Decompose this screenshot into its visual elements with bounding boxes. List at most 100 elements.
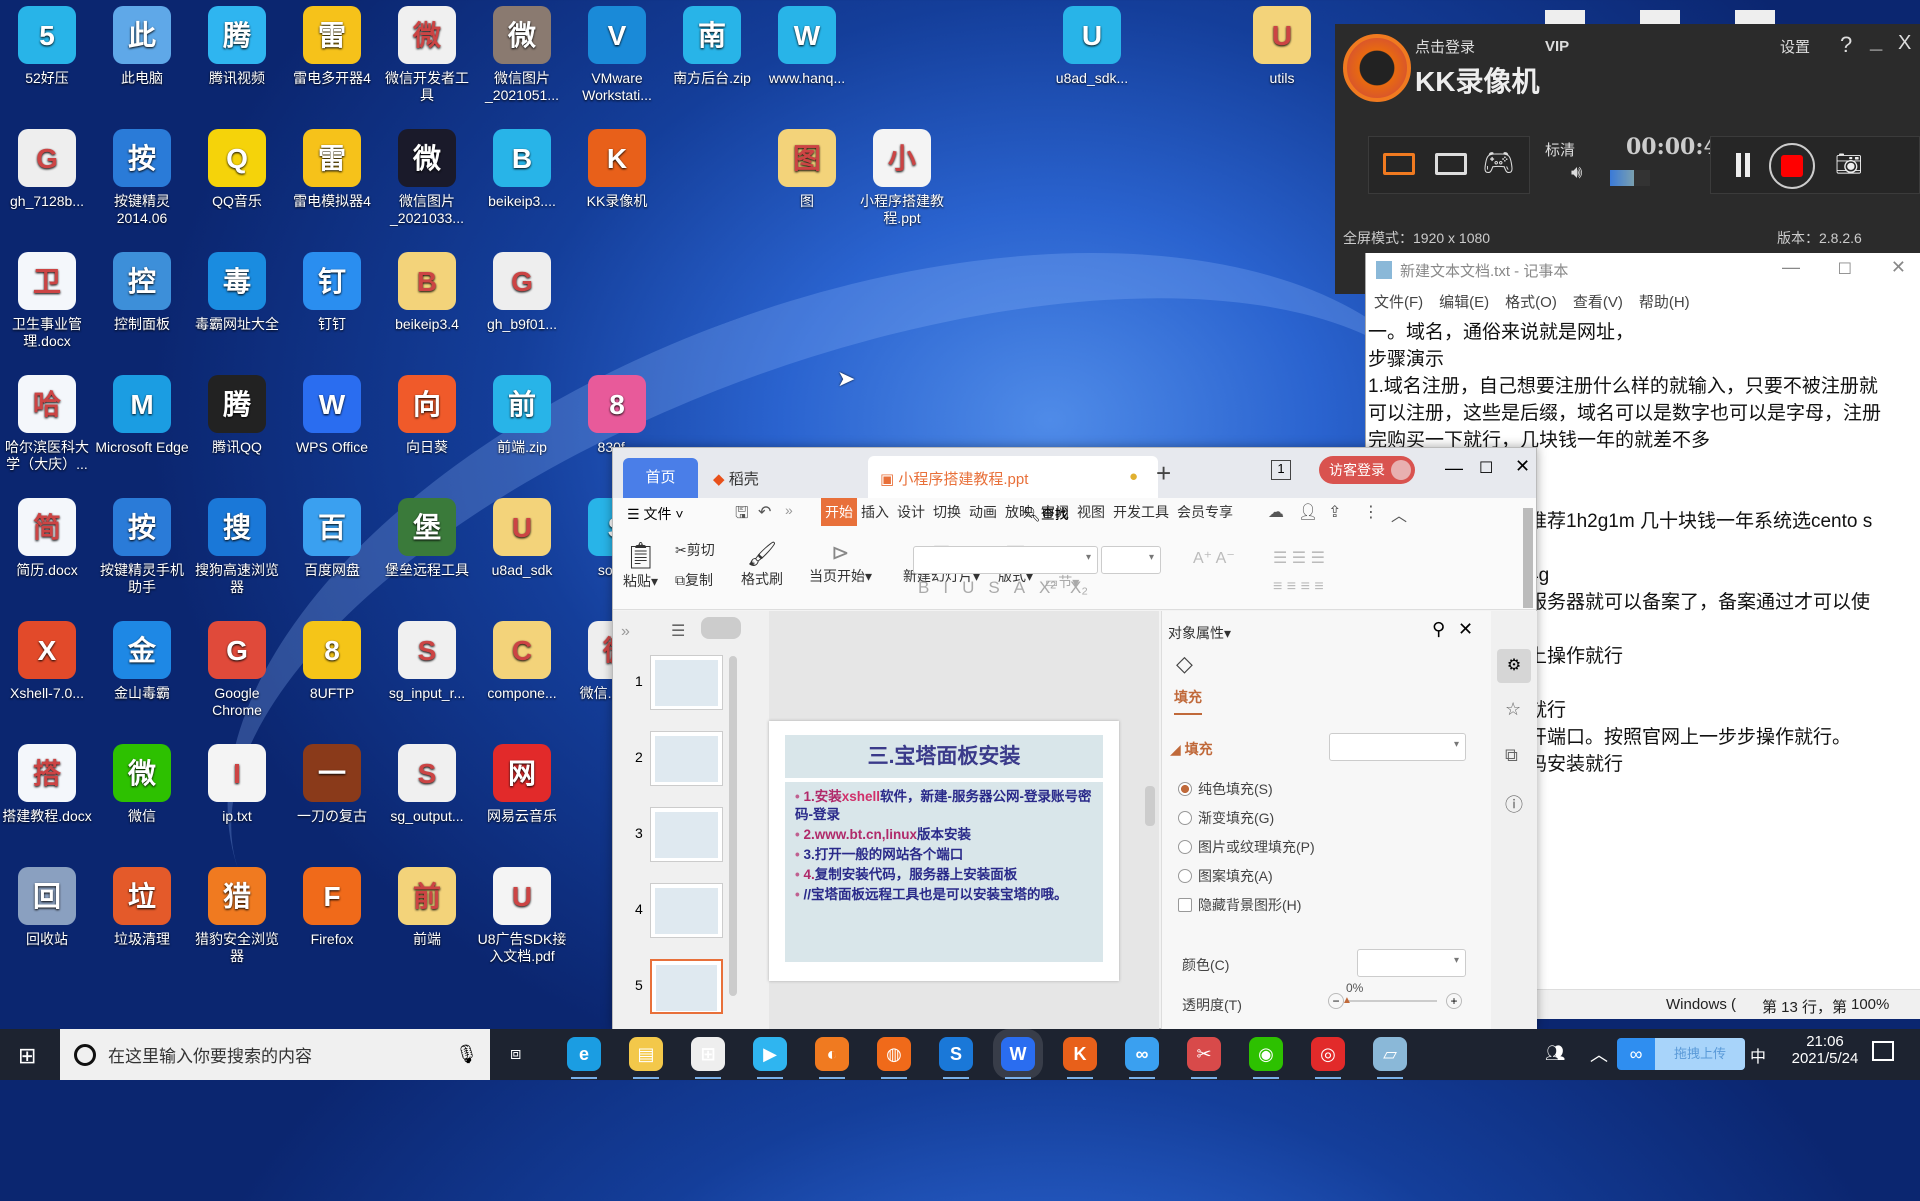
expand-pane-icon[interactable]: »	[621, 623, 630, 641]
panel-title[interactable]: 对象属性▾	[1168, 623, 1231, 643]
hide-background-checkbox[interactable]: 隐藏背景图形(H)	[1178, 895, 1301, 915]
format-button[interactable]: B	[918, 578, 929, 598]
align-icons[interactable]: ≡ ≡ ≡ ≡	[1273, 578, 1324, 596]
pane-scrollbar[interactable]	[729, 656, 737, 996]
desktop-icon[interactable]: 钉钉钉	[285, 248, 379, 333]
slide-thumbnail[interactable]	[650, 731, 723, 786]
font-size-select[interactable]	[1101, 546, 1161, 574]
desktop-icon[interactable]: 猎猎豹安全浏览器	[190, 863, 284, 965]
format-button[interactable]: A	[1014, 578, 1025, 598]
desktop-icon[interactable]: 腾腾讯QQ	[190, 371, 284, 456]
desktop-icon[interactable]: 按按键精灵手机助手	[95, 494, 189, 596]
ribbon-tab[interactable]: 视图	[1073, 498, 1109, 526]
desktop-icon[interactable]: 腾腾讯视频	[190, 2, 284, 87]
desktop-icon[interactable]: 向向日葵	[380, 371, 474, 456]
desktop-icon[interactable]: Ggh_b9f01...	[475, 248, 569, 333]
color-select[interactable]	[1357, 949, 1466, 977]
tab-docer[interactable]: ◆ 稻壳	[713, 468, 759, 489]
slide-switch-icon[interactable]: ⧉	[1505, 745, 1518, 766]
fill-option-radio[interactable]: 渐变填充(G)	[1178, 808, 1274, 828]
menu-item[interactable]: 文件(F)	[1374, 291, 1423, 312]
fill-type-select[interactable]	[1329, 733, 1466, 761]
screen-mode-icon[interactable]	[1383, 153, 1415, 175]
format-button[interactable]: S	[988, 578, 999, 598]
desktop-icon[interactable]: 简简历.docx	[0, 494, 94, 579]
ribbon-tab[interactable]: 会员专享	[1173, 498, 1237, 526]
minimize-button[interactable]: —	[1782, 257, 1800, 278]
desktop-icon[interactable]: 堡堡垒远程工具	[380, 494, 474, 579]
microphone-icon[interactable]: 🎙︎	[455, 1044, 478, 1065]
bullet-list-icon[interactable]: ☰ ☰ ☰	[1273, 548, 1325, 568]
desktop-icon[interactable]: 8 8UFTP	[285, 617, 379, 702]
desktop-icon[interactable]: Wwww.hanq...	[760, 2, 854, 87]
format-painter-button[interactable]: 🖌︎ 格式刷	[741, 540, 783, 589]
desktop-icon[interactable]: 一一刀の复古	[285, 740, 379, 825]
baidu-netdisk-icon[interactable]: ∞	[1125, 1037, 1159, 1079]
desktop-icon[interactable]: X Xshell-7.0...	[0, 617, 94, 702]
maximize-button[interactable]: ☐	[1479, 458, 1493, 478]
game-mode-icon[interactable]: 🎮︎	[1482, 147, 1515, 178]
cut-button[interactable]: ✂剪切	[675, 540, 715, 560]
desktop-icon[interactable]: G Google Chrome	[190, 617, 284, 719]
pin-icon[interactable]: ⚲	[1432, 619, 1445, 640]
desktop-icon[interactable]: Uu8ad_sdk...	[1045, 2, 1139, 87]
font-name-select[interactable]	[913, 546, 1098, 574]
properties-icon[interactable]: ⚙	[1497, 649, 1531, 683]
start-windows-icon[interactable]: ⊞	[18, 1043, 36, 1069]
export-icon[interactable]: ⇪	[1328, 502, 1341, 522]
edge-icon[interactable]: e	[567, 1037, 601, 1079]
settings-button[interactable]: 设置	[1780, 36, 1810, 57]
wechat-icon[interactable]: ◉	[1249, 1037, 1283, 1079]
desktop-icon[interactable]: 哈哈尔滨医科大学（大庆）...	[0, 371, 94, 473]
play-from-current-button[interactable]: ⊳ 当页开始▾	[809, 540, 872, 586]
more-options-icon[interactable]: ⋮	[1363, 502, 1379, 522]
cloud-sync-icon[interactable]: ☁	[1268, 502, 1284, 522]
close-button[interactable]: ✕	[1515, 456, 1530, 477]
thumbnail-view-icon[interactable]	[701, 617, 741, 639]
desktop-icon[interactable]: U U8广告SDK接入文档.pdf	[475, 863, 569, 965]
cheetah-browser-icon[interactable]: ◐	[815, 1037, 849, 1079]
font-size-increase-icon[interactable]: A⁺ A⁻	[1193, 548, 1235, 568]
show-hidden-icons[interactable]: ︿	[1590, 1041, 1608, 1067]
minimize-button[interactable]: —	[1445, 458, 1463, 479]
slider-handle[interactable]: ▲	[1342, 995, 1352, 1006]
slide[interactable]: 三.宝塔面板安装 • 1.安装xshell软件，新建-服务器公网-登录账号密码-…	[769, 721, 1119, 981]
stop-record-button[interactable]	[1769, 143, 1815, 189]
people-icon[interactable]: 👥︎	[1545, 1043, 1565, 1063]
slide-bullet[interactable]: • 1.安装xshell软件，新建-服务器公网-登录账号密码-登录	[795, 788, 1093, 824]
desktop-icon[interactable]: 小小程序搭建教程.ppt	[855, 125, 949, 227]
desktop-icon[interactable]: 控控制面板	[95, 248, 189, 333]
slide-thumbnail[interactable]	[650, 655, 723, 710]
desktop-icon[interactable]: 此此电脑	[95, 2, 189, 87]
ribbon-scrollbar[interactable]	[1523, 508, 1533, 608]
slide-bullet[interactable]: • 2.www.bt.cn,linux版本安装	[795, 826, 1093, 844]
desktop-icon[interactable]: 微微信图片_2021051...	[475, 2, 569, 104]
quality-label[interactable]: 标清	[1545, 139, 1575, 160]
firefox-icon[interactable]: ◍	[877, 1037, 911, 1079]
ribbon-tab[interactable]: 动画	[965, 498, 1001, 526]
format-button[interactable]: U	[962, 578, 974, 598]
desktop-icon[interactable]: Ccompone...	[475, 617, 569, 702]
desktop-icon[interactable]: 图图	[760, 125, 854, 210]
window-count[interactable]: 1	[1271, 460, 1291, 480]
desktop-icon[interactable]: M Microsoft Edge	[95, 371, 189, 456]
search-button[interactable]: 🔍︎查找	[1023, 504, 1069, 524]
undo-icon[interactable]: ↶	[758, 502, 771, 522]
close-button[interactable]: X	[1898, 32, 1911, 55]
desktop-icon[interactable]: Uutils	[1235, 2, 1329, 87]
login-link[interactable]: 点击登录	[1415, 36, 1475, 57]
fill-option-radio[interactable]: 纯色填充(S)	[1178, 779, 1273, 799]
baidu-upload-button[interactable]: ∞ 拖拽上传	[1617, 1038, 1745, 1070]
ribbon-tab[interactable]: 插入	[857, 498, 893, 526]
slide-bullet[interactable]: • //宝塔面板远程工具也是可以安装宝塔的哦。	[795, 886, 1093, 904]
desktop-icon[interactable]: K KK录像机	[570, 125, 664, 210]
sogou-browser-icon[interactable]: S	[939, 1037, 973, 1079]
fill-section-header[interactable]: ◢ 填充	[1170, 739, 1213, 759]
wps-icon[interactable]: W	[1001, 1037, 1035, 1079]
format-button[interactable]: X₂	[1070, 578, 1088, 598]
slide-bullet[interactable]: • 4.复制安装代码，服务器上安装面板	[795, 866, 1093, 884]
close-panel-icon[interactable]: ✕	[1458, 619, 1473, 640]
close-button[interactable]: ✕	[1891, 257, 1906, 278]
help-button[interactable]: ?	[1840, 32, 1852, 58]
file-menu[interactable]: ☰ 文件 ˅	[627, 504, 684, 524]
